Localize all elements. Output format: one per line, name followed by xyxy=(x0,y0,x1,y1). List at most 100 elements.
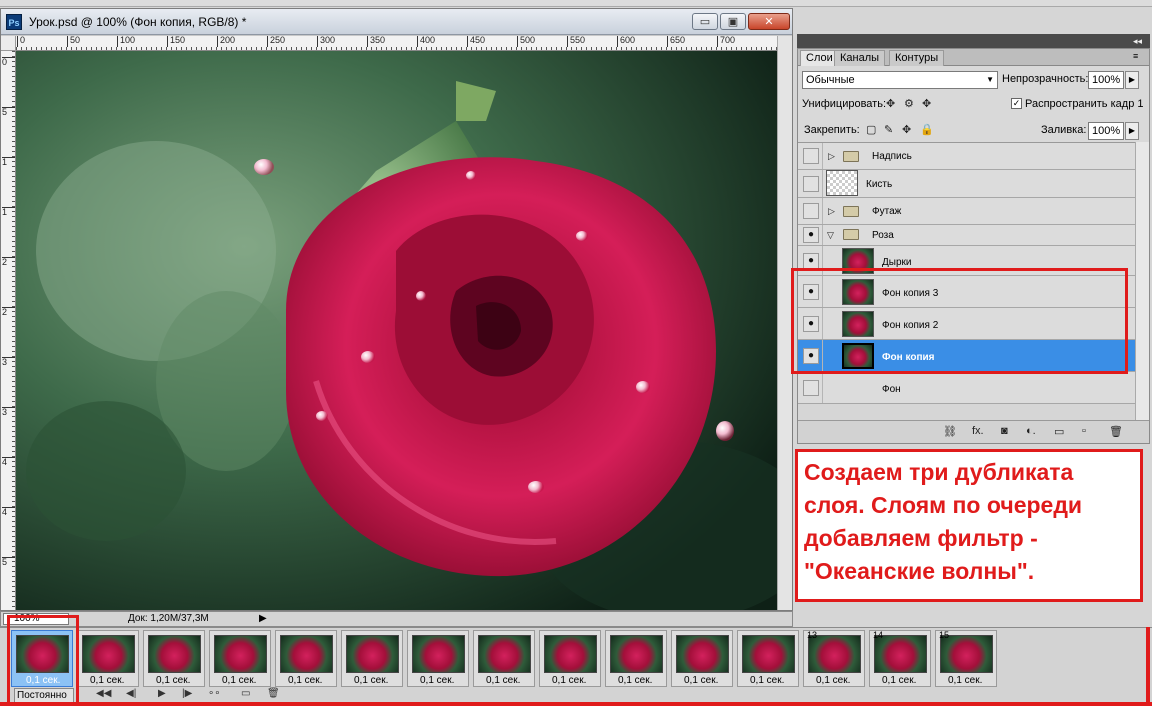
play-icon[interactable]: ▶ xyxy=(158,688,166,699)
instruction-callout: Создаем три дубликата слоя. Слоям по оче… xyxy=(795,449,1143,602)
frame-thumbnail xyxy=(676,635,729,673)
ruler-origin[interactable] xyxy=(1,36,16,51)
maximize-button[interactable]: ▣ xyxy=(720,13,746,30)
frame-delay[interactable]: 0,1 сек. xyxy=(288,675,322,686)
ruler-tick-label: 5 xyxy=(2,107,15,117)
animation-frame[interactable]: 0,1 сек. xyxy=(539,630,601,687)
blend-mode-select[interactable]: Обычные ▼ xyxy=(802,71,998,89)
frame-delay[interactable]: 0,1 сек. xyxy=(948,675,982,686)
tab-layers[interactable]: Слои xyxy=(800,50,839,66)
horizontal-ruler[interactable]: 0 50 100 150 200 250 300 350 400 450 500 550 600 650 7… xyxy=(16,36,777,51)
tween-icon[interactable]: ∘∘ xyxy=(208,688,221,699)
frame-delay[interactable]: 0,1 сек. xyxy=(156,675,190,686)
animation-frame[interactable]: 15 0,1 сек. xyxy=(935,630,997,687)
lock-transparency-icon[interactable]: ▢ xyxy=(866,123,876,136)
visibility-toggle[interactable] xyxy=(803,380,819,396)
panel-collapse-bar[interactable]: ◂◂ xyxy=(797,34,1150,48)
animation-frame[interactable]: 0,1 сек. xyxy=(407,630,469,687)
ruler-tick-label: 250 xyxy=(267,36,285,47)
duplicate-frame-icon[interactable]: ▭ xyxy=(241,688,250,699)
next-frame-icon[interactable]: |▶ xyxy=(182,688,192,699)
frame-delay[interactable]: 0,1 сек. xyxy=(684,675,718,686)
frame-delay[interactable]: 0,1 сек. xyxy=(750,675,784,686)
layer-row[interactable]: Кисть xyxy=(798,170,1135,198)
chevron-right-icon[interactable]: ▷ xyxy=(828,206,835,217)
adjustment-layer-icon[interactable]: ◐. xyxy=(1026,425,1036,437)
layer-divider xyxy=(822,198,823,224)
layer-row[interactable]: ▷ Футаж xyxy=(798,198,1135,225)
layer-row[interactable]: Фон xyxy=(798,372,1135,404)
chevron-down-icon[interactable]: ▽ xyxy=(827,230,834,241)
ruler-tick-label: 2 xyxy=(2,257,15,267)
document-scrollbar[interactable] xyxy=(777,36,792,610)
vertical-ruler[interactable]: 0 5 1 1 2 2 3 3 4 4 5 xyxy=(1,51,16,610)
lock-position-icon[interactable]: ✥ xyxy=(902,123,911,136)
animation-frame[interactable]: 0,1 сек. xyxy=(341,630,403,687)
ruler-tick-label: 300 xyxy=(317,36,335,47)
animation-frame[interactable]: 13 0,1 сек. xyxy=(803,630,865,687)
frame-delay[interactable]: 0,1 сек. xyxy=(816,675,850,686)
animation-frame[interactable]: 14 0,1 сек. xyxy=(869,630,931,687)
new-layer-icon[interactable]: ▫ xyxy=(1082,425,1086,437)
layers-scrollbar[interactable] xyxy=(1135,142,1149,420)
animation-frame[interactable]: 0,1 сек. xyxy=(605,630,667,687)
animation-frame[interactable]: 0,1 сек. xyxy=(77,630,139,687)
document-window: Ps Урок.psd @ 100% (Фон копия, RGB/8) * … xyxy=(0,8,793,611)
new-group-icon[interactable]: ▭ xyxy=(1054,425,1064,438)
visibility-toggle[interactable] xyxy=(803,176,819,192)
minimize-button[interactable]: ▭ xyxy=(692,13,718,30)
opacity-field[interactable]: 100% xyxy=(1088,71,1124,89)
first-frame-icon[interactable]: ◀◀ xyxy=(96,688,111,699)
layer-divider xyxy=(822,372,823,403)
frame-number: 14 xyxy=(873,630,884,640)
tab-channels[interactable]: Каналы xyxy=(834,50,886,66)
layer-divider xyxy=(822,143,823,169)
delete-layer-icon[interactable]: 🗑 xyxy=(1109,425,1123,438)
close-button[interactable]: ✕ xyxy=(748,13,790,30)
frame-delay[interactable]: 0,1 сек. xyxy=(552,675,586,686)
frame-delay[interactable]: 0,1 сек. xyxy=(222,675,256,686)
animation-frame[interactable]: 0,1 сек. xyxy=(275,630,337,687)
fill-field[interactable]: 100% xyxy=(1088,122,1124,140)
animation-frame[interactable]: 0,1 сек. xyxy=(143,630,205,687)
lock-pixels-icon[interactable]: ✎ xyxy=(884,123,893,136)
frame-delay[interactable]: 0,1 сек. xyxy=(420,675,454,686)
ruler-tick-label: 4 xyxy=(2,507,15,517)
visibility-toggle[interactable]: ● xyxy=(803,253,819,269)
visibility-toggle[interactable]: ● xyxy=(803,227,819,243)
link-layers-icon[interactable]: ⛓ xyxy=(943,425,957,438)
frame-delay[interactable]: 0,1 сек. xyxy=(354,675,388,686)
animation-frame[interactable]: 0,1 сек. xyxy=(209,630,271,687)
layer-mask-icon[interactable]: ◙ xyxy=(1001,425,1008,437)
frame-delay[interactable]: 0,1 сек. xyxy=(90,675,124,686)
chevron-right-icon[interactable]: ▷ xyxy=(828,151,835,162)
ruler-tick-label: 500 xyxy=(517,36,535,47)
unify-position-icon[interactable]: ✥ xyxy=(886,97,895,110)
unify-visibility-icon[interactable]: ⚙ xyxy=(904,97,914,110)
layer-name: Роза xyxy=(872,230,894,241)
animation-frame[interactable]: 0,1 сек. xyxy=(671,630,733,687)
panel-menu-icon[interactable]: ≡ xyxy=(1133,52,1143,62)
status-menu-arrow-icon[interactable]: ▶ xyxy=(259,613,267,624)
frame-delay[interactable]: 0,1 сек. xyxy=(882,675,916,686)
animation-frame[interactable]: 0,1 сек. xyxy=(737,630,799,687)
tab-paths[interactable]: Контуры xyxy=(889,50,945,66)
frame-delay[interactable]: 0,1 сек. xyxy=(486,675,520,686)
lock-all-icon[interactable]: 🔒 xyxy=(920,123,934,136)
visibility-toggle[interactable] xyxy=(803,203,819,219)
visibility-toggle[interactable] xyxy=(803,148,819,164)
fill-arrow-button[interactable]: ▶ xyxy=(1125,122,1139,140)
document-titlebar[interactable]: Ps Урок.psd @ 100% (Фон копия, RGB/8) * … xyxy=(1,9,792,35)
layer-row[interactable]: ● ▽ Роза xyxy=(798,225,1135,246)
frame-delay[interactable]: 0,1 сек. xyxy=(618,675,652,686)
layer-row[interactable]: ▷ Надпись xyxy=(798,143,1135,170)
propagate-frame-checkbox[interactable]: ✓ xyxy=(1011,98,1022,109)
frame-thumbnail xyxy=(148,635,201,673)
prev-frame-icon[interactable]: ◀| xyxy=(126,688,136,699)
delete-frame-icon[interactable]: 🗑 xyxy=(267,688,280,699)
opacity-arrow-button[interactable]: ▶ xyxy=(1125,71,1139,89)
layer-style-icon[interactable]: fx. xyxy=(972,425,984,437)
animation-frame[interactable]: 0,1 сек. xyxy=(473,630,535,687)
image-canvas[interactable] xyxy=(16,51,777,610)
unify-style-icon[interactable]: ✥ xyxy=(922,97,931,110)
